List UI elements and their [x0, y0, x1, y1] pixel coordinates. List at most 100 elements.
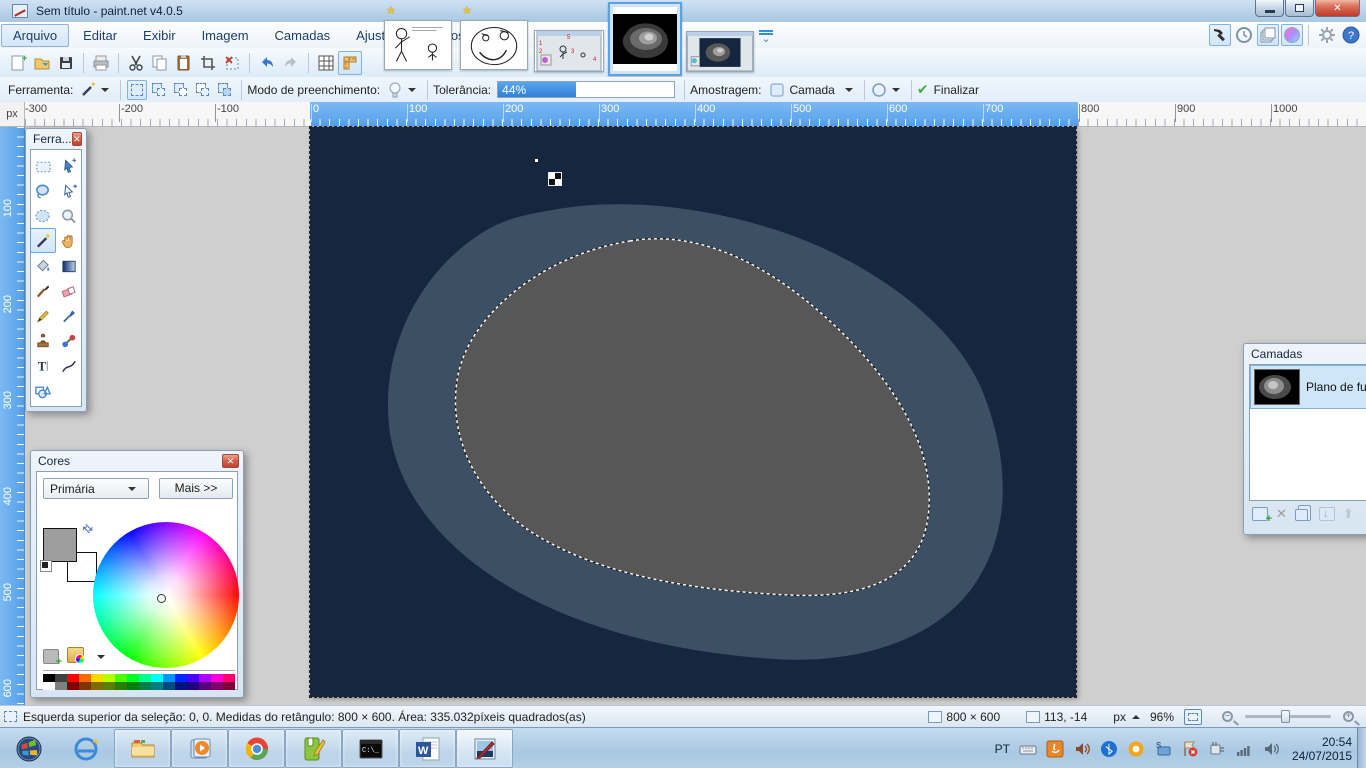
ruler-toggle-button[interactable] — [338, 50, 362, 75]
update-icon[interactable] — [1127, 740, 1145, 758]
unit-selector[interactable]: px — [1113, 710, 1126, 724]
tolerance-slider[interactable]: 44% — [497, 81, 676, 98]
palette-swatch[interactable] — [175, 682, 187, 690]
tool-pencil[interactable] — [30, 303, 56, 328]
speaker-icon[interactable] — [1262, 740, 1280, 758]
add-to-palette-button[interactable] — [43, 649, 62, 668]
palette-swatch[interactable] — [175, 674, 187, 682]
tool-rectangle-select[interactable] — [30, 153, 56, 178]
palette-swatch[interactable] — [199, 674, 211, 682]
palette-swatch[interactable] — [67, 682, 79, 690]
palette-swatch[interactable] — [163, 682, 175, 690]
palette-swatch[interactable] — [223, 674, 235, 682]
palette-swatch[interactable] — [151, 682, 163, 690]
zoom-in-icon[interactable]: + — [1343, 710, 1354, 722]
menu-item-imagem[interactable]: Imagem — [190, 24, 261, 47]
palette-swatch[interactable] — [199, 682, 211, 690]
java-icon[interactable] — [1046, 740, 1064, 758]
open-button[interactable] — [30, 51, 54, 75]
palette-swatch[interactable] — [103, 682, 115, 690]
palette-swatch[interactable] — [127, 674, 139, 682]
image-tab-stick-figure-drawing[interactable] — [384, 20, 452, 70]
action-center-flag-icon[interactable] — [1181, 740, 1199, 758]
palette-swatch[interactable] — [43, 674, 55, 682]
selection-mode-invert[interactable] — [215, 80, 235, 100]
tools-window-toggle[interactable] — [1209, 24, 1231, 46]
palette-swatch[interactable] — [91, 674, 103, 682]
zoom-out-icon[interactable]: – — [1222, 710, 1233, 722]
palette-swatch[interactable] — [115, 674, 127, 682]
menu-item-exibir[interactable]: Exibir — [131, 24, 188, 47]
history-window-toggle[interactable] — [1233, 24, 1255, 46]
layers-window-toggle[interactable] — [1257, 24, 1279, 46]
palette-swatch[interactable] — [139, 682, 151, 690]
selection-mode-replace[interactable] — [127, 79, 148, 100]
zoom-to-window-button[interactable] — [1184, 708, 1202, 725]
more-colors-button[interactable]: Mais >> — [159, 478, 233, 499]
palette-dropdown-caret[interactable] — [97, 655, 105, 659]
volume-icon[interactable] — [1073, 740, 1091, 758]
close-button[interactable]: ✕ — [1315, 0, 1360, 17]
colors-window-close-icon[interactable]: ✕ — [222, 454, 239, 468]
selection-mode-intersect[interactable] — [193, 80, 213, 100]
tool-move-selected-pixels[interactable] — [56, 153, 82, 178]
menu-item-camadas[interactable]: Camadas — [263, 24, 343, 47]
layer-row-background[interactable]: Plano de fun — [1250, 365, 1366, 409]
tool-eraser[interactable] — [56, 278, 82, 303]
duplicate-layer-button[interactable] — [1294, 505, 1311, 521]
palette-swatch[interactable] — [43, 682, 55, 690]
palette-swatch[interactable] — [79, 682, 91, 690]
taskbar-paint-net[interactable] — [456, 729, 513, 768]
print-button[interactable] — [89, 51, 113, 75]
bluetooth-icon[interactable] — [1100, 740, 1118, 758]
tool-shapes[interactable] — [30, 378, 56, 403]
keyboard-icon[interactable] — [1019, 740, 1037, 758]
tool-paint-bucket[interactable] — [30, 253, 56, 278]
tool-lasso-select[interactable] — [30, 178, 56, 203]
palette-swatch[interactable] — [211, 674, 223, 682]
power-plug-icon[interactable] — [1208, 740, 1226, 758]
palette-swatch[interactable] — [79, 674, 91, 682]
tool-ellipse-select[interactable] — [30, 203, 56, 228]
palette-swatch[interactable] — [91, 682, 103, 690]
image-tab-rage-face-drawing[interactable] — [460, 20, 528, 70]
menu-item-editar[interactable]: Editar — [71, 24, 129, 47]
color-mode-select[interactable]: Primária — [43, 478, 149, 499]
tool-color-picker[interactable] — [56, 303, 82, 328]
undo-button[interactable] — [255, 51, 279, 75]
vertical-ruler[interactable]: 100 200 300 400 500 600 — [0, 127, 25, 705]
palette-swatch[interactable] — [139, 674, 151, 682]
default-colors-icon[interactable] — [40, 560, 52, 572]
merge-layer-down-button[interactable]: ↓ — [1318, 506, 1335, 521]
taskbar-media-player[interactable] — [171, 729, 228, 768]
tool-dropdown-caret[interactable] — [101, 87, 110, 92]
image-list-chevron-icon[interactable]: ⌄ — [758, 30, 774, 45]
image-tab-screenshot-dark-canvas[interactable] — [686, 31, 754, 72]
taskbar-notepad-plus-plus[interactable] — [285, 729, 342, 768]
palette-swatch[interactable] — [151, 674, 163, 682]
palette-manager-icon[interactable] — [67, 647, 85, 664]
tool-pan[interactable] — [56, 228, 82, 253]
clock[interactable]: 20:54 24/07/2015 — [1292, 735, 1352, 763]
add-layer-button[interactable]: + — [1252, 507, 1272, 525]
selection-mode-subtract[interactable] — [171, 80, 191, 100]
taskbar-internet-explorer[interactable] — [57, 729, 114, 768]
minimize-button[interactable] — [1255, 0, 1284, 17]
taskbar-start-button[interactable] — [0, 729, 57, 768]
palette-swatch[interactable] — [223, 682, 235, 690]
palette-swatch[interactable] — [187, 674, 199, 682]
delete-layer-button[interactable]: ✕ — [1276, 507, 1287, 521]
tool-recolor[interactable] — [56, 328, 82, 353]
swap-colors-icon[interactable]: ⇅ — [80, 520, 97, 537]
tool-gradient[interactable] — [56, 253, 82, 278]
colors-window-toggle[interactable] — [1281, 24, 1303, 46]
sampling-dropdown-caret[interactable] — [844, 87, 853, 92]
taskbar-word[interactable]: W — [399, 729, 456, 768]
tool-move-selection[interactable] — [56, 178, 82, 203]
canvas[interactable] — [309, 126, 1077, 698]
palette-swatch[interactable] — [127, 682, 139, 690]
restore-button[interactable] — [1285, 0, 1314, 17]
network-computer-icon[interactable]: S — [1154, 740, 1172, 758]
menu-item-arquivo[interactable]: Arquivo — [1, 23, 70, 47]
palette-swatch[interactable] — [103, 674, 115, 682]
